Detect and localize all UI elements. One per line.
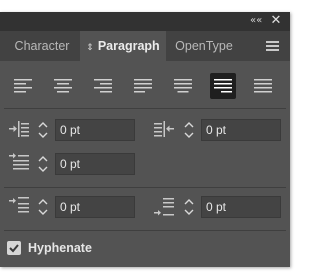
stepper-arrows-icon [184, 122, 194, 138]
right-indent-stepper[interactable] [180, 119, 198, 141]
space-before-stepper[interactable] [34, 196, 52, 218]
align-center-icon [54, 79, 72, 93]
tab-opentype[interactable]: OpenType [166, 31, 242, 61]
stepper-arrows-icon [38, 156, 48, 172]
first-line-indent-input[interactable]: 0 pt [55, 153, 135, 175]
tab-bar: Character ⇕ Paragraph OpenType [0, 31, 290, 61]
tab-character-label: Character [14, 39, 70, 53]
left-indent-stepper[interactable] [34, 119, 52, 141]
justify-last-center-icon [174, 79, 192, 93]
first-line-indent-stepper[interactable] [34, 153, 52, 175]
close-icon[interactable]: ✕ [269, 14, 283, 28]
align-right-button[interactable] [90, 73, 116, 99]
align-right-icon [94, 79, 112, 93]
align-center-button[interactable] [50, 73, 76, 99]
left-indent-icon [9, 121, 29, 137]
collapse-icon[interactable]: «« [250, 14, 262, 28]
justify-last-right-icon [214, 79, 232, 93]
hyphenate-label: Hyphenate [28, 241, 92, 255]
stepper-arrows-icon [38, 122, 48, 138]
tab-paragraph-label: Paragraph [97, 39, 160, 53]
align-left-icon [14, 79, 32, 93]
right-indent-icon [154, 121, 174, 137]
stepper-arrows-icon [38, 199, 48, 215]
space-before-icon [9, 197, 29, 213]
hyphenate-checkbox[interactable] [7, 241, 21, 255]
justify-all-button[interactable] [250, 73, 276, 99]
align-left-button[interactable] [10, 73, 36, 99]
tab-opentype-label: OpenType [175, 39, 233, 53]
first-line-indent-icon [9, 153, 29, 170]
divider [4, 108, 286, 109]
divider [4, 187, 286, 188]
justify-last-right-button[interactable] [210, 73, 236, 99]
left-indent-input[interactable]: 0 pt [55, 119, 135, 141]
paragraph-panel: «« ✕ Character ⇕ Paragraph OpenType 0 pt… [0, 12, 290, 267]
space-after-input[interactable]: 0 pt [201, 196, 281, 218]
tab-paragraph[interactable]: ⇕ Paragraph [80, 31, 166, 61]
justify-last-left-icon [134, 79, 152, 93]
justify-last-left-button[interactable] [130, 73, 156, 99]
divider [4, 230, 286, 231]
space-after-icon [154, 198, 174, 216]
stepper-arrows-icon [184, 199, 194, 215]
swap-icon: ⇕ [86, 42, 94, 52]
panel-titlebar: «« ✕ [0, 12, 290, 31]
panel-menu-icon[interactable] [266, 41, 279, 51]
space-before-input[interactable]: 0 pt [55, 196, 135, 218]
tab-character[interactable]: Character [4, 31, 80, 61]
right-indent-input[interactable]: 0 pt [201, 119, 281, 141]
justify-last-center-button[interactable] [170, 73, 196, 99]
checkmark-icon [9, 244, 19, 253]
justify-all-icon [254, 79, 272, 93]
space-after-stepper[interactable] [180, 196, 198, 218]
